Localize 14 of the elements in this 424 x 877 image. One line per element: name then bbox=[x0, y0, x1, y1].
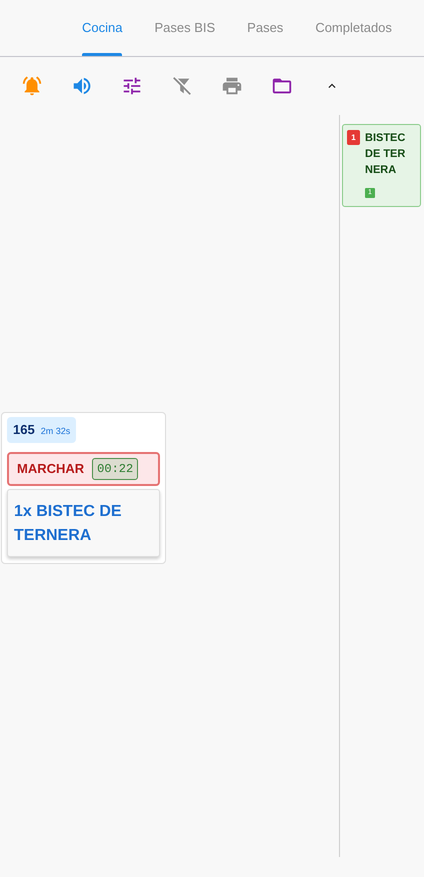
tab[interactable]: Pases bbox=[231, 0, 300, 56]
elapsed-time: 2m 32s bbox=[40, 425, 70, 438]
alarm-bell-icon[interactable] bbox=[20, 74, 44, 98]
tab[interactable]: Pases BIS bbox=[138, 0, 232, 56]
tab[interactable]: Cocina bbox=[66, 0, 138, 56]
dish-name: BISTEC DE TERNERA bbox=[365, 131, 406, 178]
status-bar[interactable]: MARCHAR 00:22 bbox=[7, 452, 160, 486]
order-item[interactable]: 1x BISTEC DE TERNERA bbox=[7, 488, 160, 556]
count-badge: 1 bbox=[347, 130, 360, 145]
order-number: 165 bbox=[13, 421, 35, 439]
timer: 00:22 bbox=[92, 458, 138, 480]
tab[interactable]: Completados bbox=[299, 0, 408, 56]
status-label: MARCHAR bbox=[17, 460, 84, 478]
order-card[interactable]: 165 2m 32s MARCHAR 00:22 1x BISTEC DE TERNERA bbox=[1, 412, 166, 564]
